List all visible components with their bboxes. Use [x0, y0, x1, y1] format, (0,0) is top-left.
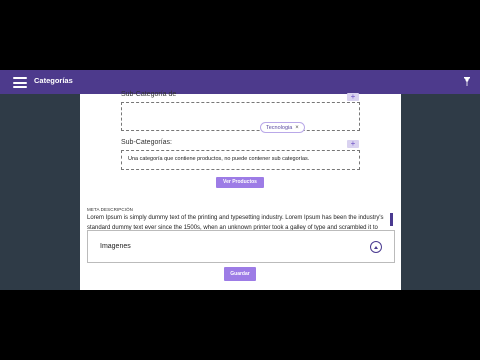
- chip-remove-icon[interactable]: ×: [295, 125, 299, 131]
- add-subcategory-button[interactable]: +: [347, 140, 359, 148]
- app-bar: Categorías: [0, 70, 480, 94]
- app-title: Categorías: [34, 76, 73, 85]
- meta-description-label: META DESCRIPCIÓN: [87, 207, 134, 212]
- pin-icon[interactable]: [464, 77, 470, 86]
- category-chip-label: Tecnologia: [266, 124, 293, 131]
- subcategories-description: Una categoría que contiene productos, no…: [128, 156, 310, 162]
- form-card: Sub-Categoría de + Tecnologia × Sub-Cate…: [80, 91, 401, 290]
- chevron-up-icon[interactable]: [370, 241, 382, 253]
- scrollbar-thumb[interactable]: [390, 213, 393, 226]
- images-label: Imagenes: [100, 243, 131, 250]
- hamburger-menu-icon[interactable]: [13, 77, 27, 88]
- subcategory-of-label: Sub-Categoría de: [121, 91, 177, 98]
- category-chip[interactable]: Tecnologia ×: [260, 122, 305, 133]
- save-button[interactable]: Guardar: [224, 267, 256, 281]
- add-parent-category-button[interactable]: +: [347, 93, 359, 101]
- subcategories-label: Sub-Categorías:: [121, 139, 172, 146]
- subcategories-box: Una categoría que contiene productos, no…: [121, 150, 360, 170]
- app-screen: Categorías Sub-Categoría de + Tecnologia…: [0, 70, 480, 290]
- images-panel[interactable]: Imagenes: [87, 230, 395, 263]
- view-products-button[interactable]: Ver Productos: [216, 177, 264, 188]
- subcategory-of-box: Tecnologia ×: [121, 102, 360, 133]
